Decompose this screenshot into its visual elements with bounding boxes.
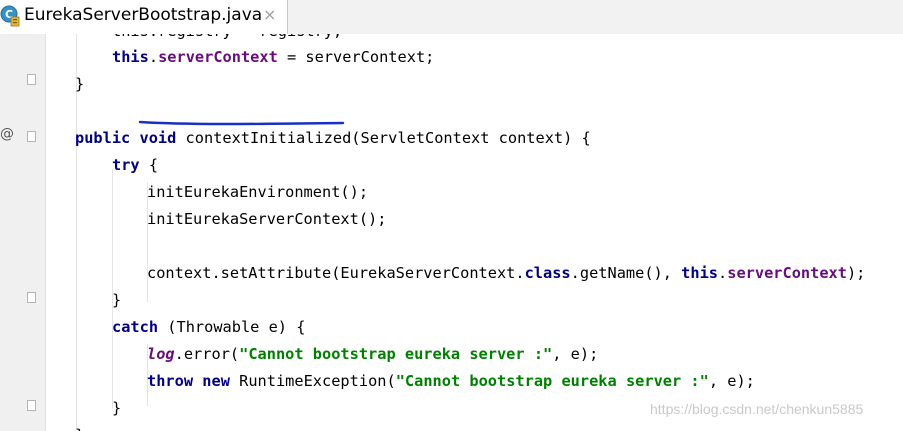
code-line: context.setAttribute(EurekaServerContext… [147, 260, 865, 287]
code-token: } [112, 399, 122, 417]
code-token: } [75, 75, 85, 93]
fold-marker-icon[interactable] [27, 400, 36, 411]
code-token: "Cannot bootstrap eureka server :" [395, 372, 709, 390]
code-token: . [718, 264, 728, 282]
code-line: try { [112, 152, 158, 179]
tab-label: EurekaServerBootstrap.java [24, 5, 263, 25]
code-token: } [75, 426, 84, 431]
code-token: try [112, 156, 140, 174]
code-token: .error( [174, 345, 240, 363]
code-token: { [139, 156, 159, 174]
fold-marker-icon[interactable] [27, 131, 36, 142]
code-line: initEurekaServerContext(); [147, 206, 386, 233]
code-line: } [112, 287, 121, 314]
watermark: https://blog.csdn.net/chenkun5885 [650, 401, 864, 417]
code-line: this.serverContext = serverContext; [112, 44, 434, 71]
editor-gutter: @ [0, 34, 46, 431]
editor-tab-bar: C EurekaServerBootstrap.java × [0, 0, 903, 34]
tab-eureka-server-bootstrap[interactable]: C EurekaServerBootstrap.java × [0, 0, 288, 34]
code-token: context.setAttribute(EurekaServerContext… [147, 264, 525, 282]
code-token: this.registry = registry; [112, 34, 342, 40]
fold-marker-icon[interactable] [27, 292, 36, 303]
code-line: catch (Throwable e) { [112, 314, 305, 341]
code-line: } [112, 395, 121, 422]
code-token: , e); [552, 345, 599, 363]
code-token: initEurekaServerContext(); [147, 210, 387, 228]
code-token: throw [147, 372, 194, 390]
code-line: log.error("Cannot bootstrap eureka serve… [147, 341, 598, 368]
code-token: log [147, 345, 175, 363]
java-class-icon: C [0, 5, 20, 27]
override-marker-icon[interactable]: @ [0, 126, 14, 142]
code-token: public [75, 129, 131, 147]
code-editor[interactable]: this.registry = registry; this.serverCon… [46, 34, 903, 431]
code-token: "Cannot bootstrap eureka server :" [239, 345, 553, 363]
code-token: . [148, 48, 159, 66]
handdrawn-underline [138, 120, 345, 126]
code-token: serverContext [158, 48, 278, 66]
code-line: } [75, 71, 84, 98]
code-token: void [139, 129, 177, 147]
code-token: = serverContext; [277, 48, 435, 66]
code-token: class [524, 264, 571, 282]
code-token: initEurekaEnvironment(); [147, 183, 369, 201]
code-token: catch [112, 318, 159, 336]
code-line: } [75, 422, 84, 431]
code-token: (Throwable e) { [158, 318, 306, 336]
code-token: ); [846, 264, 866, 282]
code-token: contextInitialized(ServletContext contex… [176, 129, 591, 147]
code-token: this [112, 48, 149, 66]
close-tab-icon[interactable]: × [263, 5, 276, 25]
code-token: new [202, 372, 230, 390]
code-token: RuntimeException( [229, 372, 396, 390]
code-token: } [112, 291, 122, 309]
code-token: this [681, 264, 719, 282]
fold-marker-icon[interactable] [27, 74, 36, 85]
code-token: , e); [708, 372, 755, 390]
code-line: initEurekaEnvironment(); [147, 179, 368, 206]
code-token: .getName(), [570, 264, 682, 282]
code-line: throw new RuntimeException("Cannot boots… [147, 368, 755, 395]
code-token: serverContext [727, 264, 847, 282]
